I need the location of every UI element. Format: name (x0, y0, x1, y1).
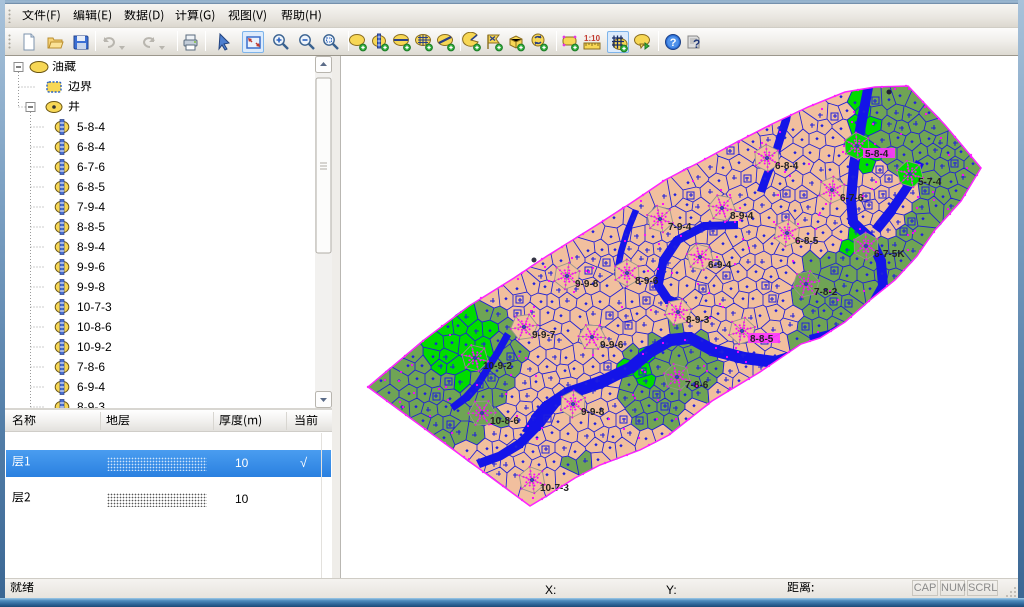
svg-text:6-7-6: 6-7-6 (840, 193, 864, 204)
svg-text:6-9-4: 6-9-4 (708, 260, 732, 271)
svg-text:10-8-6: 10-8-6 (490, 416, 519, 427)
svg-text:?: ? (670, 37, 677, 49)
svg-text:6-8-5: 6-8-5 (795, 236, 819, 247)
svg-text:8-9-6: 8-9-6 (635, 276, 659, 287)
svg-text:10-9-2: 10-9-2 (483, 361, 512, 372)
svg-text:7-8-2: 7-8-2 (814, 287, 838, 298)
svg-text:6-8-4: 6-8-4 (775, 161, 799, 172)
svg-text:8-9-3: 8-9-3 (686, 315, 710, 326)
svg-text:9-9-7: 9-9-7 (532, 330, 556, 341)
svg-text:7-8-6: 7-8-6 (685, 380, 709, 391)
svg-text:5-7-4: 5-7-4 (918, 177, 942, 188)
svg-text:8-8-5: 8-8-5 (750, 334, 774, 345)
svg-text:1:10: 1:10 (584, 34, 601, 43)
svg-text:?: ? (693, 37, 700, 51)
svg-text:9-9-8: 9-9-8 (581, 407, 605, 418)
svg-text:9-9-8: 9-9-8 (575, 279, 599, 290)
svg-text:7-9-4: 7-9-4 (668, 222, 692, 233)
svg-text:9-9-6: 9-9-6 (600, 340, 624, 351)
svg-text:8-9-4: 8-9-4 (730, 211, 754, 222)
svg-text:5-8-4: 5-8-4 (865, 149, 889, 160)
svg-text:6-7-5K: 6-7-5K (874, 249, 905, 260)
